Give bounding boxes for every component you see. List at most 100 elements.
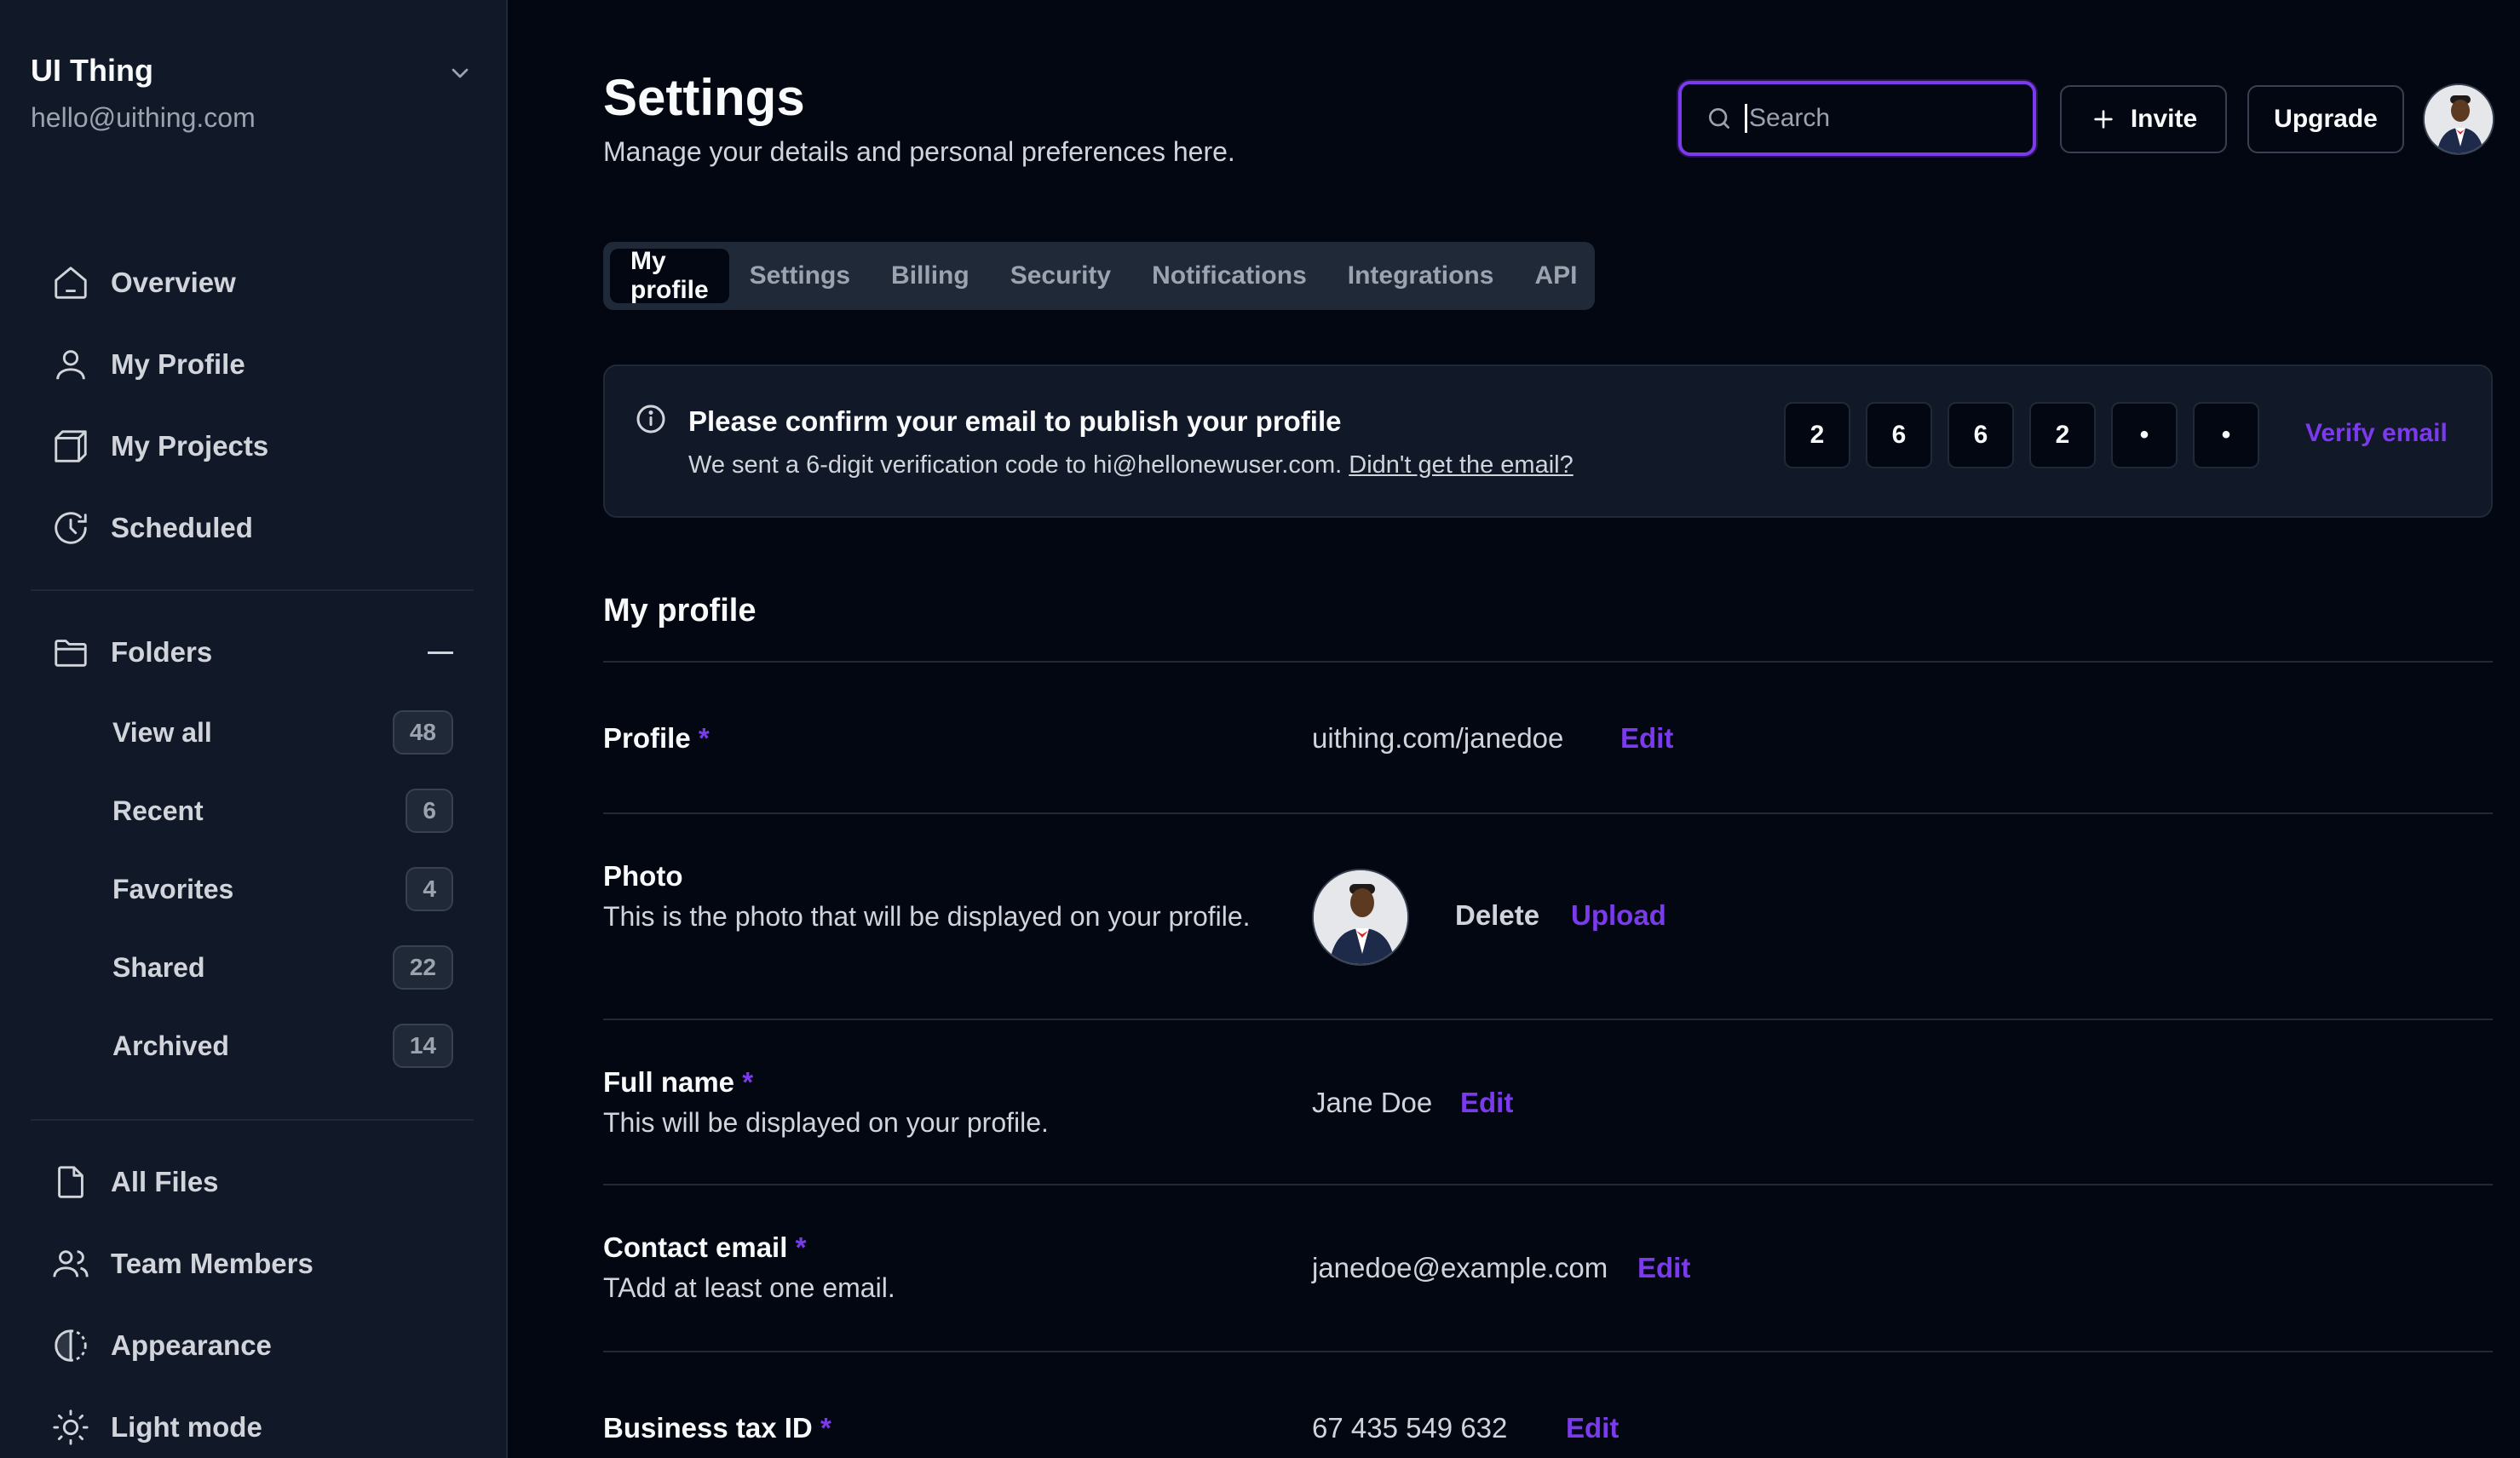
invite-button[interactable]: Invite xyxy=(2060,85,2227,153)
email-description: TAdd at least one email. xyxy=(603,1272,895,1303)
otp-digit[interactable]: • xyxy=(2111,402,2178,468)
tab-security[interactable]: Security xyxy=(990,249,1131,303)
main-nav: Overview My Profile My Projects Schedule… xyxy=(31,242,474,569)
row-divider xyxy=(603,1184,2493,1185)
tax-id-value: 67 435 549 632 xyxy=(1312,1412,1508,1444)
file-icon xyxy=(58,1166,83,1198)
contrast-icon xyxy=(55,1329,87,1362)
edit-profile-url-button[interactable]: Edit xyxy=(1620,722,1673,755)
sidebar-item-label: My Projects xyxy=(111,430,269,462)
upgrade-label: Upgrade xyxy=(2274,105,2378,133)
sidebar-item-scheduled[interactable]: Scheduled xyxy=(31,487,474,569)
folder-item-shared[interactable]: Shared 22 xyxy=(31,928,474,1007)
page-title: Settings xyxy=(603,69,805,126)
tab-integrations[interactable]: Integrations xyxy=(1327,249,1515,303)
sidebar-item-all-files[interactable]: All Files xyxy=(31,1141,474,1223)
avatar-image xyxy=(2425,85,2493,153)
row-divider xyxy=(603,812,2493,814)
folder-label: Favorites xyxy=(112,873,234,904)
count-badge: 22 xyxy=(392,945,453,990)
sidebar-item-label: Team Members xyxy=(111,1248,314,1279)
folder-label: Archived xyxy=(112,1030,229,1061)
bottom-nav: All Files Team Members Appearance Light … xyxy=(31,1141,474,1458)
folder-label: View all xyxy=(112,716,212,748)
sidebar-item-appearance[interactable]: Appearance xyxy=(31,1305,474,1386)
field-label: Contact email * xyxy=(603,1231,806,1264)
sidebar-item-team-members[interactable]: Team Members xyxy=(31,1223,474,1305)
edit-fullname-button[interactable]: Edit xyxy=(1460,1087,1513,1119)
otp-digit[interactable]: 6 xyxy=(1866,402,1932,468)
search-box[interactable] xyxy=(1678,81,2036,156)
tab-api[interactable]: API xyxy=(1514,249,1597,303)
sidebar-divider xyxy=(31,589,474,591)
sidebar-item-label: My Profile xyxy=(111,348,245,380)
folder-item-archived[interactable]: Archived 14 xyxy=(31,1007,474,1085)
users-icon xyxy=(53,1250,89,1277)
folders-toggle[interactable]: Folders xyxy=(31,611,474,693)
row-divider xyxy=(603,1019,2493,1020)
info-icon xyxy=(636,405,665,433)
tab-billing[interactable]: Billing xyxy=(871,249,990,303)
sidebar-item-label: Overview xyxy=(111,267,236,298)
tab-notifications[interactable]: Notifications xyxy=(1131,249,1327,303)
otp-digit[interactable]: 2 xyxy=(1784,402,1850,468)
sidebar-item-label: Light mode xyxy=(111,1411,262,1443)
page-subtitle: Manage your details and personal prefere… xyxy=(603,136,1235,167)
folder-item-recent[interactable]: Recent 6 xyxy=(31,772,474,850)
alert-message: We sent a 6-digit verification code to h… xyxy=(688,451,1343,479)
fullname-description: This will be displayed on your profile. xyxy=(603,1107,1049,1138)
resend-email-link[interactable]: Didn't get the email? xyxy=(1349,451,1573,479)
row-divider xyxy=(603,1351,2493,1352)
sidebar-item-overview[interactable]: Overview xyxy=(31,242,474,324)
section-title: My profile xyxy=(603,593,757,629)
profile-label: Profile xyxy=(603,722,691,754)
folder-item-favorites[interactable]: Favorites 4 xyxy=(31,850,474,928)
otp-digit[interactable]: 2 xyxy=(2029,402,2096,468)
edit-email-button[interactable]: Edit xyxy=(1637,1252,1690,1284)
folder-label: Recent xyxy=(112,795,204,826)
workspace-switcher[interactable]: UI Thing hello@uithing.com xyxy=(31,53,474,134)
search-input[interactable] xyxy=(1745,104,2017,133)
fullname-value: Jane Doe xyxy=(1312,1087,1433,1118)
settings-tabs: My profile Settings Billing Security Not… xyxy=(603,242,1595,310)
sidebar-item-light-mode[interactable]: Light mode xyxy=(31,1386,474,1458)
delete-photo-button[interactable]: Delete xyxy=(1455,899,1539,932)
count-badge: 4 xyxy=(406,867,453,911)
tab-settings[interactable]: Settings xyxy=(729,249,871,303)
sidebar-item-label: All Files xyxy=(111,1166,219,1197)
verify-email-alert: Please confirm your email to publish you… xyxy=(603,364,2493,518)
chevron-down-icon[interactable] xyxy=(446,60,474,87)
sidebar-item-my-projects[interactable]: My Projects xyxy=(31,405,474,487)
otp-digit[interactable]: • xyxy=(2193,402,2259,468)
row-divider xyxy=(603,661,2493,663)
verify-email-button[interactable]: Verify email xyxy=(2305,419,2448,448)
collapse-icon[interactable] xyxy=(428,651,453,654)
home-icon xyxy=(55,267,87,299)
profile-photo-image xyxy=(1314,870,1407,964)
field-label: Profile * xyxy=(603,722,710,755)
profile-url-value: uithing.com/janedoe xyxy=(1312,722,1564,754)
folder-item-view-all[interactable]: View all 48 xyxy=(31,693,474,772)
sidebar-divider xyxy=(31,1119,474,1121)
workspace-email: hello@uithing.com xyxy=(31,102,256,133)
count-badge: 48 xyxy=(392,710,453,755)
upload-photo-button[interactable]: Upload xyxy=(1571,899,1666,932)
sidebar: UI Thing hello@uithing.com Overview My P… xyxy=(0,0,508,1458)
fullname-label: Full name xyxy=(603,1066,735,1098)
edit-tax-id-button[interactable]: Edit xyxy=(1566,1412,1619,1444)
otp-digit[interactable]: 6 xyxy=(1948,402,2014,468)
upgrade-button[interactable]: Upgrade xyxy=(2247,85,2404,153)
user-avatar[interactable] xyxy=(2423,83,2494,155)
required-mark: * xyxy=(820,1412,831,1444)
invite-label: Invite xyxy=(2130,105,2198,133)
sidebar-item-label: Scheduled xyxy=(111,512,253,543)
clock-icon xyxy=(55,512,87,544)
required-mark: * xyxy=(795,1231,807,1263)
folder-label: Shared xyxy=(112,951,205,983)
tab-my-profile[interactable]: My profile xyxy=(610,247,729,304)
email-label: Contact email xyxy=(603,1231,788,1263)
folders-nav: Folders View all 48 Recent 6 Favorites 4… xyxy=(31,611,474,1085)
folders-label: Folders xyxy=(111,636,213,668)
box-icon xyxy=(55,430,87,462)
sidebar-item-my-profile[interactable]: My Profile xyxy=(31,324,474,405)
